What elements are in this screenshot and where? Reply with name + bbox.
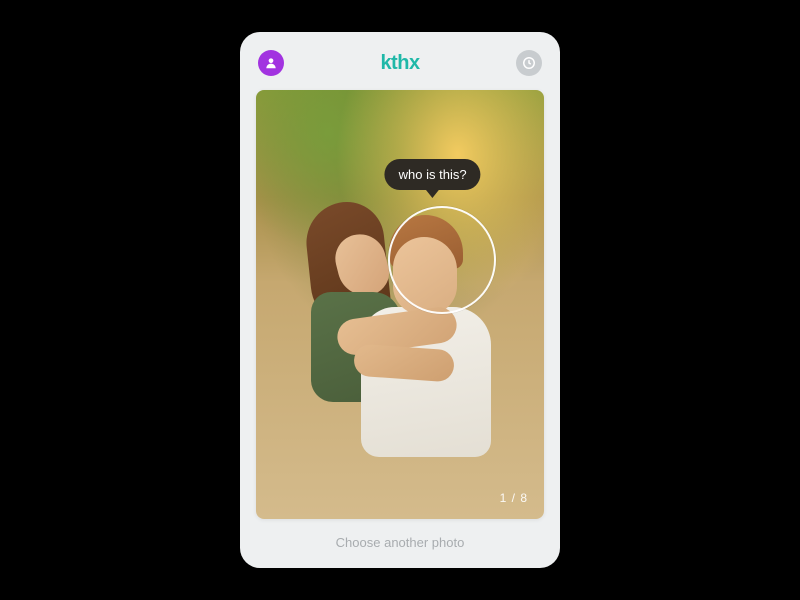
profile-button[interactable] — [258, 50, 284, 76]
header: kthx — [256, 46, 544, 90]
choose-another-link[interactable]: Choose another photo — [256, 519, 544, 554]
app-card: kthx who is this? 1 / 8 Choose anothe — [240, 32, 560, 568]
photo-container[interactable]: who is this? 1 / 8 — [256, 90, 544, 519]
face-tag-circle[interactable] — [388, 206, 496, 314]
tooltip-label: who is this? — [399, 167, 467, 182]
person-icon — [264, 56, 278, 70]
page-counter: 1 / 8 — [500, 491, 528, 505]
identify-tooltip[interactable]: who is this? — [385, 159, 481, 190]
clock-icon — [522, 56, 536, 70]
history-button[interactable] — [516, 50, 542, 76]
app-title: kthx — [380, 52, 419, 75]
